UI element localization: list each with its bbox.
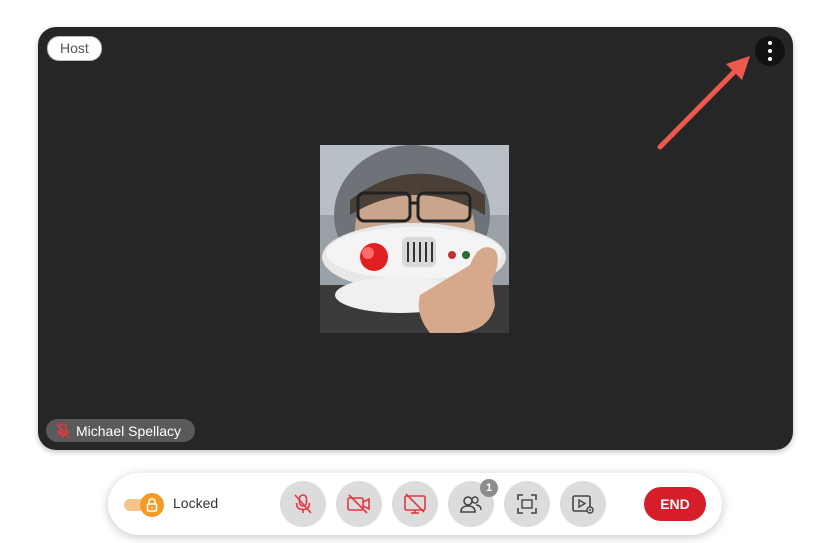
dot: [768, 49, 772, 53]
host-badge: Host: [47, 36, 102, 61]
participants-count-badge: 1: [480, 479, 498, 497]
participant-photo: [320, 145, 509, 333]
participant-name-tag: Michael Spellacy: [46, 419, 196, 442]
media-settings-icon: [572, 495, 594, 514]
mic-muted-icon: [294, 494, 312, 514]
participants-icon: [460, 496, 482, 513]
fullscreen-button[interactable]: [504, 481, 550, 527]
camera-off-icon: [347, 494, 370, 514]
dot: [768, 57, 772, 61]
mic-toggle-button[interactable]: [280, 481, 326, 527]
mic-muted-icon: [56, 422, 70, 438]
meeting-toolbar: Locked 1 END: [108, 473, 722, 535]
annotation-arrow-icon: [657, 56, 750, 150]
fullscreen-icon: [517, 494, 537, 514]
screen-share-button[interactable]: [392, 481, 438, 527]
lock-toggle[interactable]: [124, 493, 164, 517]
participant-name: Michael Spellacy: [76, 422, 182, 439]
lock-icon: [140, 493, 164, 517]
screen-share-off-icon: [404, 493, 426, 514]
participant-video-thumbnail: [320, 145, 509, 333]
lock-label: Locked: [173, 495, 219, 511]
end-call-button[interactable]: END: [644, 487, 706, 521]
dot: [768, 41, 772, 45]
participants-button[interactable]: 1: [448, 479, 498, 527]
camera-toggle-button[interactable]: [336, 481, 382, 527]
media-settings-button[interactable]: [560, 481, 606, 527]
